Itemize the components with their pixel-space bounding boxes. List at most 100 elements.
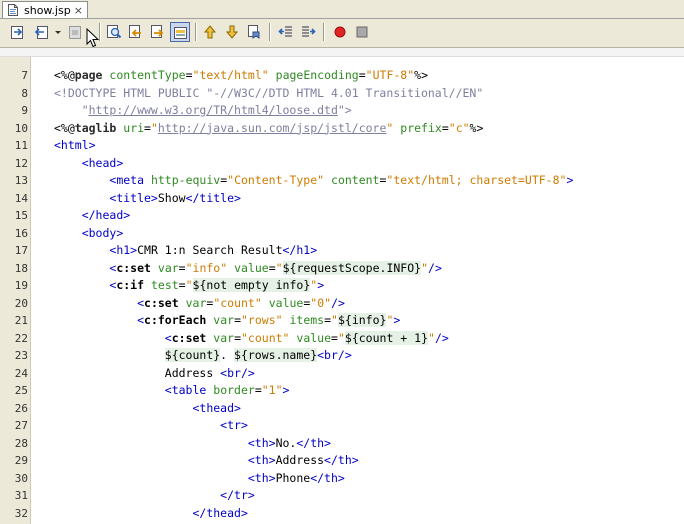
code-token: <!DOCTYPE HTML PUBLIC "-//W3C//DTD HTML … xyxy=(54,85,484,100)
code-text: "http://www.w3.org/TR/html4/loose.dtd"> xyxy=(54,102,352,120)
code-text: ${count}. ${rows.name}<br/> xyxy=(54,347,352,365)
code-token: /> xyxy=(434,330,449,345)
code-token: ${count} xyxy=(164,348,221,362)
line-number: 15 xyxy=(14,209,28,222)
editor-tab-strip: show.jsp × xyxy=(0,0,684,19)
code-token: value xyxy=(268,295,304,310)
code-token: < xyxy=(137,295,145,310)
code-token: " xyxy=(337,330,345,345)
stop-macro-icon xyxy=(356,26,368,38)
code-token: <th> xyxy=(247,470,276,485)
code-token: ${not empty info} xyxy=(192,278,311,292)
forward-button[interactable] xyxy=(66,22,86,42)
line-number: 18 xyxy=(14,261,28,275)
next-bookmark-button[interactable] xyxy=(222,22,242,42)
code-line: 28 <th>No.</th> xyxy=(0,435,684,453)
line-number: 7 xyxy=(21,69,28,82)
code-text: <c:set var="info" value="${requestScope.… xyxy=(54,260,442,278)
code-token: </thead> xyxy=(192,505,248,520)
code-lines: 7 <%@page contentType="text/html" pageEnc… xyxy=(0,67,684,522)
code-token: prefix xyxy=(400,120,442,135)
jsp-file-icon xyxy=(8,4,18,16)
close-icon[interactable]: × xyxy=(74,4,83,17)
code-token: "info" xyxy=(185,260,228,275)
line-number: 9 xyxy=(21,104,28,117)
chevron-down-icon xyxy=(55,31,61,34)
find-selection-button[interactable] xyxy=(104,22,124,42)
line-number: 10 xyxy=(14,121,28,135)
code-text: <title>Show</title> xyxy=(54,190,241,208)
previous-bookmark-button[interactable] xyxy=(200,22,220,42)
record-macro-button[interactable] xyxy=(330,22,350,42)
code-token: </th> xyxy=(310,470,345,485)
code-token: <table xyxy=(164,383,207,397)
code-token: "> xyxy=(337,103,352,117)
code-text: <%@taglib uri="http://java.sun.com/jsp/j… xyxy=(54,120,483,138)
line-number: 29 xyxy=(14,454,28,467)
code-token: "0" xyxy=(310,295,332,310)
code-token: </h1> xyxy=(282,243,318,257)
find-previous-button[interactable] xyxy=(126,22,146,42)
line-number: 23 xyxy=(14,349,28,362)
code-line: 11 <html> xyxy=(0,137,684,155)
code-line: 17 <h1>CMR 1:n Search Result</h1> xyxy=(0,242,684,260)
code-line: 18 <c:set var="info" value="${requestSco… xyxy=(0,260,684,278)
back-button[interactable] xyxy=(32,22,52,42)
code-text: <body> xyxy=(54,225,124,243)
toggle-highlight-button[interactable] xyxy=(170,22,190,42)
code-text: <th>No.</th> xyxy=(54,435,331,453)
code-text: <%@page contentType="text/html" pageEnco… xyxy=(54,67,428,85)
code-token: border xyxy=(213,383,255,397)
code-token: "1" xyxy=(261,383,283,397)
code-line: 16 <body> xyxy=(0,225,684,243)
code-token: content xyxy=(331,173,380,187)
tab-show-jsp[interactable]: show.jsp × xyxy=(2,1,88,18)
back-dropdown[interactable] xyxy=(52,22,64,42)
stop-macro-button[interactable] xyxy=(352,22,372,42)
code-token: <br/> xyxy=(317,348,352,362)
shift-left-button[interactable] xyxy=(276,22,296,42)
find-next-icon xyxy=(151,25,164,38)
find-next-button[interactable] xyxy=(148,22,168,42)
code-token: </title> xyxy=(185,190,241,205)
code-token: = xyxy=(268,260,276,275)
code-token: <br/> xyxy=(220,365,255,380)
toggle-bookmark-button[interactable] xyxy=(244,22,264,42)
code-token: . xyxy=(220,348,235,362)
code-editor[interactable]: 7 <%@page contentType="text/html" pageEnc… xyxy=(0,48,684,524)
line-number: 25 xyxy=(14,384,28,397)
line-number: 11 xyxy=(14,139,28,152)
editor-toolbar xyxy=(0,19,684,48)
find-previous-icon xyxy=(129,25,141,38)
toggle-highlight-icon xyxy=(174,27,187,39)
last-edit-button[interactable] xyxy=(8,22,28,42)
previous-bookmark-icon xyxy=(203,25,217,39)
code-text: Address <br/> xyxy=(54,365,255,383)
code-line: 8 <!DOCTYPE HTML PUBLIC "-//W3C//DTD HTML… xyxy=(0,85,684,103)
code-token: = xyxy=(254,383,262,397)
next-bookmark-icon xyxy=(225,25,239,39)
code-token: <thead> xyxy=(192,400,241,415)
line-number: 32 xyxy=(14,506,28,520)
code-line: 30 <th>Phone</th> xyxy=(0,470,684,488)
code-text: <h1>CMR 1:n Search Result</h1> xyxy=(54,242,317,260)
code-token: Address xyxy=(275,453,325,467)
shift-right-button[interactable] xyxy=(298,22,318,42)
code-line: 29 <th>Address</th> xyxy=(0,452,684,470)
code-token: = xyxy=(331,330,338,345)
code-text: <c:forEach var="rows" items="${info}"> xyxy=(54,312,400,330)
line-number: 16 xyxy=(14,226,28,240)
mouse-cursor-icon xyxy=(86,28,100,48)
code-token: <th> xyxy=(247,435,276,450)
code-token: " xyxy=(421,260,429,275)
code-text: <th>Phone</th> xyxy=(54,470,345,488)
